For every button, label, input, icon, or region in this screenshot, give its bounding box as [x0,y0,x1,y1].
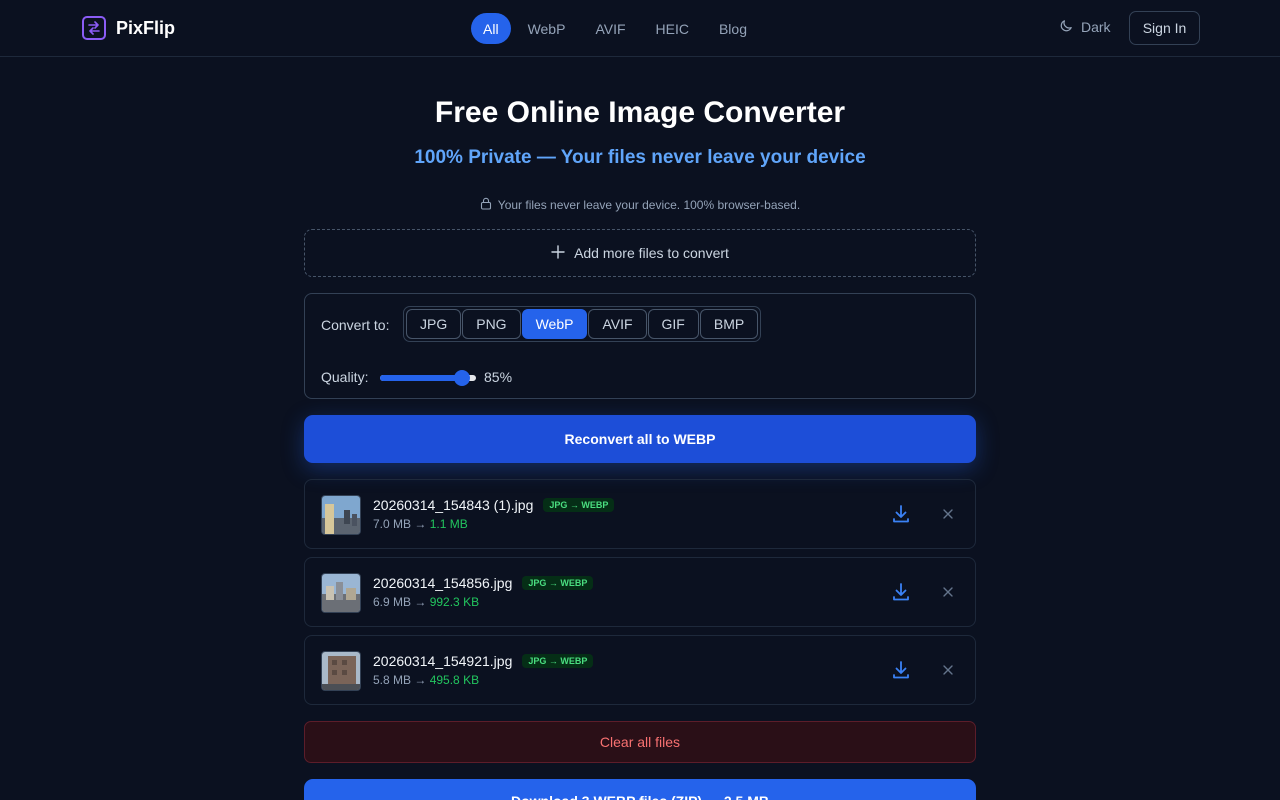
file-size-line: 7.0 MB → 1.1 MB [373,517,468,531]
format-selector: JPG PNG WebP AVIF GIF BMP [403,306,762,342]
file-row: 20260314_154843 (1).jpg JPG → WEBP 7.0 M… [304,479,976,549]
format-nav: All WebP AVIF HEIC Blog [471,13,760,44]
nav-item-avif[interactable]: AVIF [582,13,638,44]
file-name: 20260314_154843 (1).jpg [373,497,534,513]
nav-item-heic[interactable]: HEIC [643,13,702,44]
converted-size: 992.3 KB [429,595,480,609]
format-jpg-button[interactable]: JPG [406,309,462,339]
download-icon[interactable] [891,504,911,529]
download-icon[interactable] [891,660,911,685]
file-row: 20260314_154921.jpg JPG → WEBP 5.8 MB → … [304,635,976,705]
quality-slider-fill [380,375,462,381]
privacy-note: Your files never leave your device. 100%… [0,197,1280,213]
file-thumbnail [321,573,361,613]
quality-slider-thumb[interactable] [453,370,470,386]
nav-item-blog[interactable]: Blog [706,13,760,44]
file-name-line: 20260314_154856.jpg JPG → WEBP [373,575,594,591]
file-size-line: 6.9 MB → 992.3 KB [373,595,479,609]
close-icon[interactable] [941,507,955,526]
format-gif-button[interactable]: GIF [647,309,699,339]
quality-value: 85% [484,369,513,385]
theme-label: Dark [1081,19,1111,35]
add-files-label: Add more files to convert [574,245,729,261]
privacy-text: Your files never leave your device. 100%… [497,198,801,212]
converted-size: 1.1 MB [429,517,468,531]
clear-all-button[interactable]: Clear all files [304,721,976,763]
plus-icon [551,244,565,262]
file-row: 20260314_154856.jpg JPG → WEBP 6.9 MB → … [304,557,976,627]
page-subtitle: 100% Private — Your files never leave yo… [414,147,866,168]
file-name-line: 20260314_154843 (1).jpg JPG → WEBP [373,497,615,513]
format-bmp-button[interactable]: BMP [699,309,759,339]
sign-in-button[interactable]: Sign In [1129,11,1200,45]
close-icon[interactable] [941,585,955,604]
quality-label: Quality: [321,369,369,385]
reconvert-all-button[interactable]: Reconvert all to WEBP [304,415,976,463]
file-name: 20260314_154856.jpg [373,575,513,591]
theme-toggle[interactable]: Dark [1059,18,1111,36]
close-icon[interactable] [941,663,955,682]
file-name-line: 20260314_154921.jpg JPG → WEBP [373,653,594,669]
lock-icon [480,197,492,213]
format-png-button[interactable]: PNG [462,309,521,339]
file-thumbnail [321,495,361,535]
conversion-badge: JPG → WEBP [522,654,594,668]
nav-item-webp[interactable]: WebP [515,13,579,44]
download-icon[interactable] [891,582,911,607]
file-size-line: 5.8 MB → 495.8 KB [373,673,479,687]
size-arrow: → [414,595,427,609]
top-nav-bar: PixFlip All WebP AVIF HEIC Blog Dark Sig… [0,0,1280,57]
nav-item-all[interactable]: All [471,13,511,44]
conversion-badge: JPG → WEBP [522,576,594,590]
file-name: 20260314_154921.jpg [373,653,513,669]
quality-slider[interactable] [380,370,476,386]
download-zip-button[interactable]: Download 3 WEBP files (ZIP) — 2.5 MB [304,779,976,800]
size-arrow: → [414,673,427,687]
original-size: 6.9 MB [373,595,412,609]
brand-logo[interactable]: PixFlip [82,16,175,40]
original-size: 5.8 MB [373,673,412,687]
converted-size: 495.8 KB [429,673,480,687]
format-webp-button[interactable]: WebP [521,309,588,339]
brand-name: PixFlip [116,17,176,38]
format-avif-button[interactable]: AVIF [588,309,647,339]
original-size: 7.0 MB [373,517,412,531]
convert-to-label: Convert to: [321,317,390,333]
page-title: Free Online Image Converter [434,96,846,129]
conversion-settings-panel: Convert to: JPG PNG WebP AVIF GIF BMP Qu… [304,293,976,399]
moon-icon [1059,18,1074,36]
swap-arrows-icon [82,16,106,40]
size-arrow: → [414,517,427,531]
add-files-dropzone[interactable]: Add more files to convert [304,229,976,277]
conversion-badge: JPG → WEBP [543,498,615,512]
file-thumbnail [321,651,361,691]
